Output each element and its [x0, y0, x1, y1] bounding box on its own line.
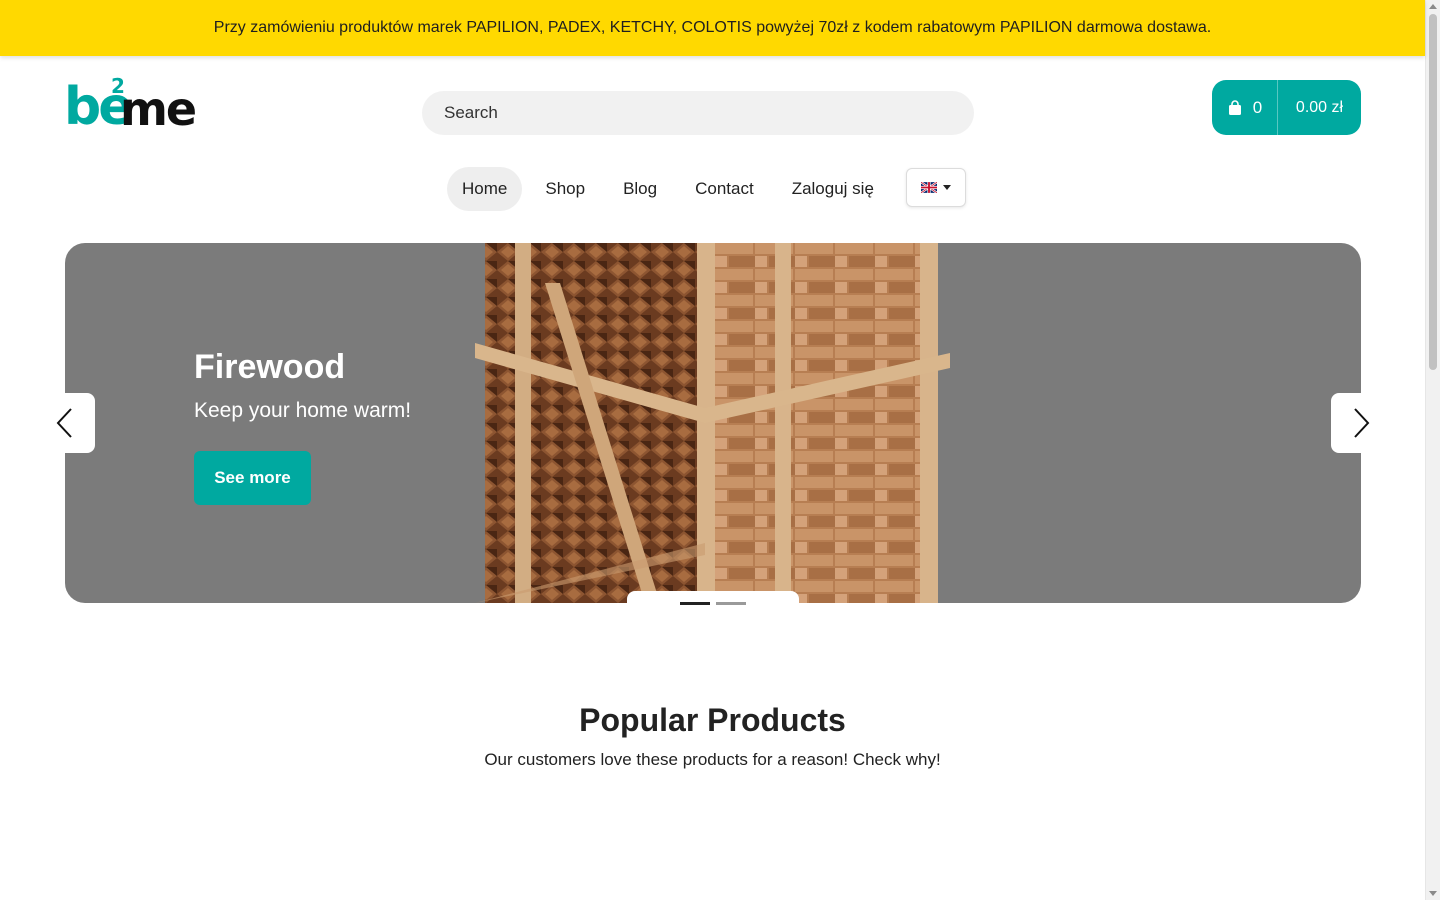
nav-item-shop[interactable]: Shop	[530, 167, 600, 211]
carousel-next-button[interactable]	[1331, 393, 1391, 453]
carousel-indicator-2[interactable]	[716, 602, 746, 605]
nav-item-home[interactable]: Home	[447, 167, 523, 211]
nav-item-blog[interactable]: Blog	[608, 167, 672, 211]
promo-text: Przy zamówieniu produktów marek PAPILION…	[213, 19, 1212, 36]
scroll-up-arrow-icon[interactable]	[1429, 4, 1437, 9]
scrollbar-thumb[interactable]	[1429, 14, 1437, 370]
carousel-prev-button[interactable]	[35, 393, 95, 453]
carousel-indicator-1[interactable]	[680, 602, 710, 605]
chevron-right-icon	[1354, 408, 1370, 438]
hero-title: Firewood	[194, 348, 346, 386]
main-navigation: Home Shop Blog Contact Zaloguj się	[447, 167, 897, 211]
chevron-left-icon	[56, 408, 72, 438]
carousel-indicators	[627, 591, 799, 613]
cart-button[interactable]: 0 0.00 zł	[1212, 80, 1361, 135]
firewood-crate-image	[475, 243, 950, 603]
scroll-down-arrow-icon[interactable]	[1429, 891, 1437, 896]
popular-products-title: Popular Products	[579, 702, 846, 738]
uk-flag-icon	[921, 182, 937, 193]
shopping-bag-icon	[1228, 99, 1241, 115]
cart-total: 0.00 zł	[1295, 98, 1344, 116]
logo-me: me	[120, 82, 197, 136]
cart-count-area[interactable]: 0	[1212, 80, 1278, 135]
site-logo[interactable]: be 2 me	[64, 74, 197, 138]
popular-products-subtitle: Our customers love these products for a …	[484, 750, 941, 769]
cart-count: 0	[1252, 97, 1263, 117]
page-scrollbar[interactable]	[1425, 0, 1440, 900]
hero-carousel: Firewood Keep your home warm! See more	[65, 243, 1361, 603]
language-selector[interactable]	[906, 168, 966, 207]
search-input[interactable]	[422, 91, 974, 135]
hero-subtitle: Keep your home warm!	[194, 399, 412, 422]
see-more-button[interactable]: See more	[194, 451, 311, 505]
nav-item-contact[interactable]: Contact	[680, 167, 769, 211]
chevron-down-icon	[943, 185, 951, 190]
nav-item-login[interactable]: Zaloguj się	[777, 167, 889, 211]
promo-banner: Przy zamówieniu produktów marek PAPILION…	[0, 0, 1425, 56]
